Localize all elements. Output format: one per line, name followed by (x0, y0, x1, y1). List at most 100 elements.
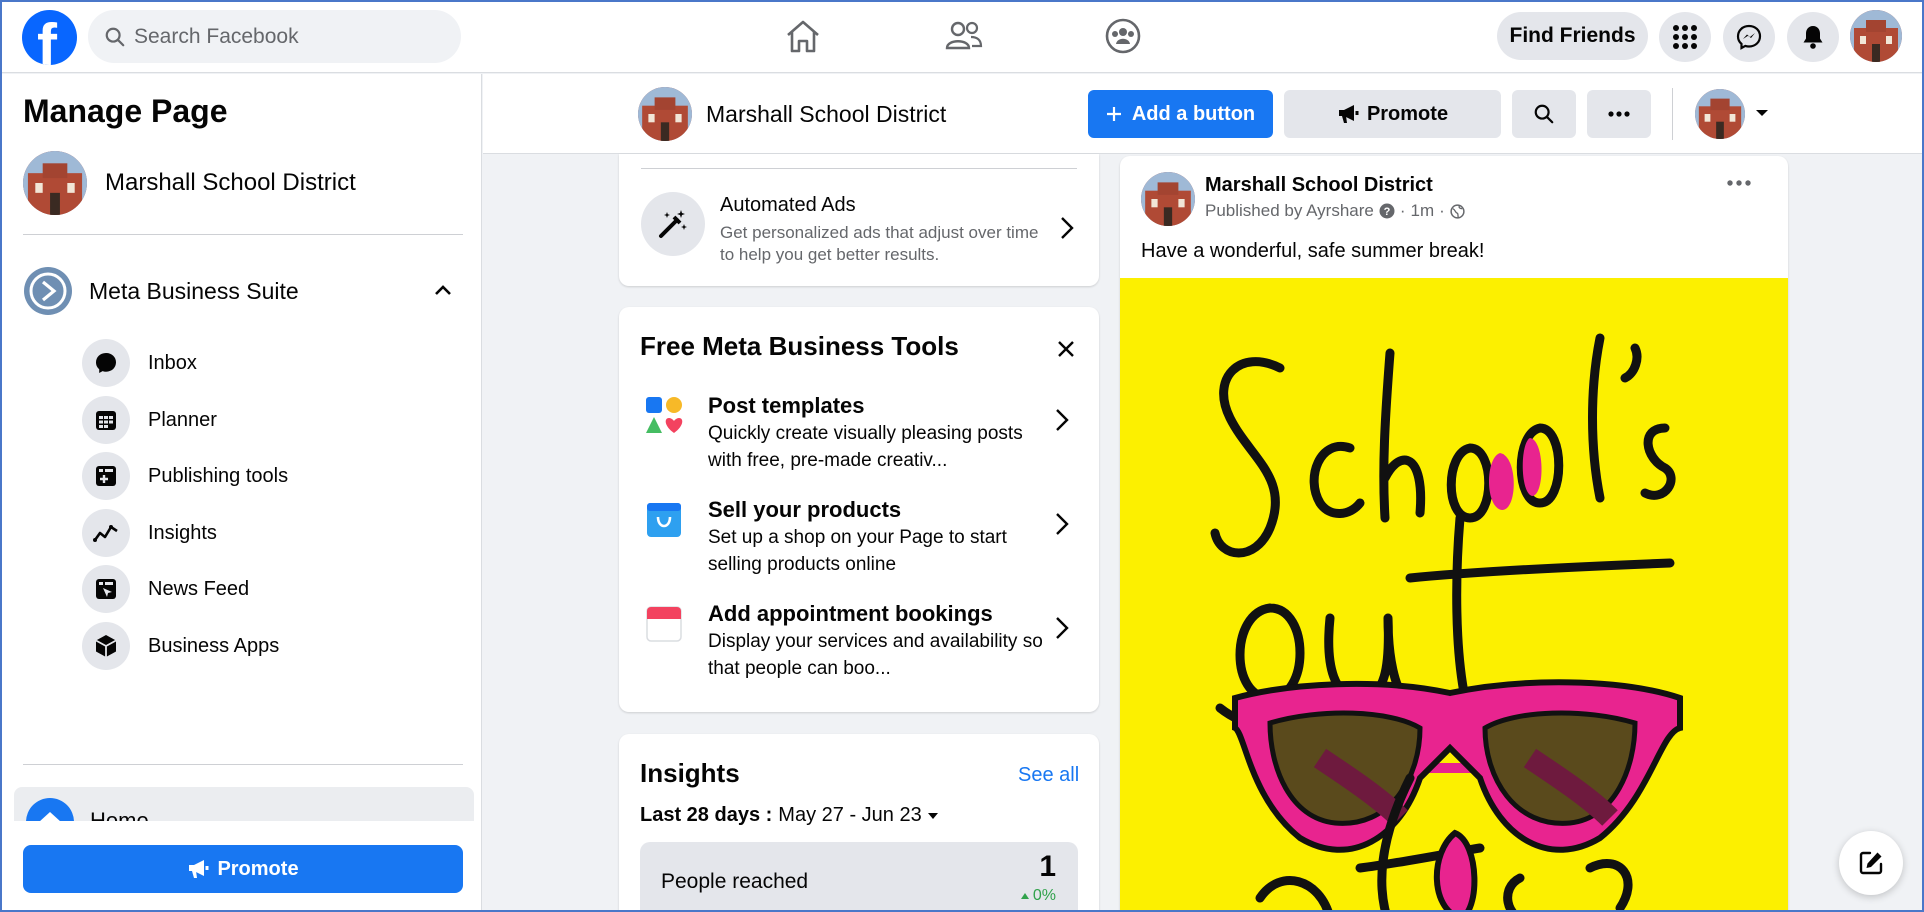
inbox-icon (82, 339, 130, 387)
sidebar-item-inbox[interactable]: Inbox (82, 337, 197, 389)
calendar-icon (646, 606, 682, 642)
date-range-value: May 27 - Jun 23 (778, 804, 922, 826)
post-meta: Published by Ayrshare ? · 1m · (1205, 201, 1465, 221)
meta-business-suite-label: Meta Business Suite (89, 277, 299, 304)
search-input[interactable] (134, 10, 444, 63)
sidebar-item-label: Business Apps (148, 634, 280, 657)
meta-business-suite-icon (24, 267, 72, 315)
sidebar-item-planner[interactable]: Planner (82, 394, 217, 446)
top-navbar: f Find Friends (0, 0, 1924, 73)
find-friends-button[interactable]: Find Friends (1497, 12, 1648, 60)
business-apps-icon (82, 622, 130, 670)
more-dots-icon (1608, 111, 1630, 117)
tool-appointment-bookings[interactable]: Add appointment bookings Display your se… (640, 601, 1080, 697)
meta-separator: · (1439, 201, 1445, 220)
page-header: Marshall School District Add a button Pr… (483, 74, 1924, 154)
automated-ads-description: Get personalized ads that adjust over ti… (720, 223, 1039, 264)
help-icon[interactable]: ? (1379, 203, 1395, 219)
facebook-logo-icon[interactable]: f (22, 10, 77, 65)
date-range-selector[interactable]: Last 28 days : May 27 - Jun 23 (640, 804, 939, 827)
sidebar-item-insights[interactable]: Insights (82, 507, 217, 559)
account-avatar[interactable] (1850, 10, 1902, 62)
search-box[interactable] (88, 10, 461, 63)
tool-sell-your-products[interactable]: Sell your products Set up a shop on your… (640, 497, 1080, 593)
sidebar-item-label: Publishing tools (148, 464, 289, 487)
sidebar-item-label: Planner (148, 408, 217, 431)
meta-business-suite-toggle[interactable]: Meta Business Suite (23, 266, 453, 316)
magic-wand-icon (641, 192, 705, 256)
people-reached-metric[interactable]: People reached 1 0% (640, 842, 1078, 912)
friends-icon[interactable] (934, 14, 994, 58)
metric-value: 1 (1039, 850, 1056, 883)
compose-message-button[interactable] (1839, 831, 1903, 895)
groups-icon[interactable] (1093, 14, 1153, 58)
post-text: Have a wonderful, safe summer break! (1141, 240, 1485, 262)
search-icon (1534, 104, 1554, 124)
chevron-right-icon (1061, 217, 1074, 239)
header-separator (1672, 88, 1673, 140)
sidebar-item-label: Insights (148, 521, 217, 544)
chevron-right-icon (1056, 617, 1069, 639)
shopping-bag-icon (647, 503, 681, 537)
megaphone-icon (1338, 105, 1359, 123)
page-header-title[interactable]: Marshall School District (638, 87, 946, 141)
sidebar-item-publishing-tools[interactable]: Publishing tools (82, 450, 288, 502)
add-a-button-button[interactable]: Add a button (1088, 90, 1273, 138)
sidebar-item-label: Inbox (148, 351, 197, 374)
sidebar-item-home[interactable]: Home (14, 787, 474, 821)
tool-description: Set up a shop on your Page to start sell… (708, 527, 1007, 575)
date-range-label: Last 28 days : (640, 804, 773, 826)
insights-card: Insights See all Last 28 days : May 27 -… (619, 734, 1099, 912)
promote-label: Promote (1366, 102, 1449, 125)
business-tools-title: Free Meta Business Tools (640, 331, 959, 361)
post-time[interactable]: 1m (1411, 201, 1435, 221)
automated-ads-title: Automated Ads (720, 194, 856, 216)
page-avatar (638, 87, 692, 141)
home-icon (26, 798, 74, 821)
automated-ads-card[interactable]: Automated Ads Get personalized ads that … (619, 154, 1099, 286)
plus-icon (1106, 107, 1121, 121)
insights-title: Insights (640, 758, 740, 788)
page-header-name: Marshall School District (706, 100, 947, 127)
caret-down-icon[interactable] (1755, 108, 1769, 118)
post-author-name[interactable]: Marshall School District (1205, 174, 1433, 197)
more-options-button[interactable] (1587, 90, 1651, 138)
promote-button[interactable]: Promote (1284, 90, 1501, 138)
home-icon[interactable] (773, 14, 833, 58)
chevron-right-icon (1056, 513, 1069, 535)
page-search-button[interactable] (1512, 90, 1576, 138)
post-author-avatar[interactable] (1141, 172, 1195, 226)
sidebar-page-row[interactable]: Marshall School District (23, 151, 356, 215)
post-more-dots-icon[interactable] (1727, 180, 1751, 186)
metric-change: 0% (1020, 887, 1056, 905)
tool-post-templates[interactable]: Post templates Quickly create visually p… (640, 393, 1080, 489)
caret-down-icon (927, 812, 938, 819)
globe-icon (1450, 203, 1465, 219)
sidebar-item-news-feed[interactable]: News Feed (82, 563, 249, 615)
menu-grid-icon[interactable] (1659, 12, 1711, 62)
post-image[interactable] (1120, 278, 1788, 912)
chevron-right-icon (1056, 409, 1069, 431)
sidebar-title: Manage Page (23, 93, 228, 129)
sidebar-item-label: Home (90, 808, 149, 821)
close-icon[interactable] (1056, 339, 1076, 359)
switch-profile-avatar[interactable] (1695, 89, 1745, 139)
meta-separator: · (1399, 201, 1406, 220)
triangle-up-icon (1020, 893, 1029, 899)
publishing-tools-icon (82, 452, 130, 500)
schools-out-illustration (1210, 333, 1683, 912)
tool-title: Add appointment bookings (708, 601, 993, 626)
sidebar-item-business-apps[interactable]: Business Apps (82, 620, 279, 672)
notifications-icon[interactable] (1787, 12, 1839, 62)
search-icon (105, 27, 125, 47)
sidebar-divider (23, 764, 463, 765)
sidebar-promote-button[interactable]: Promote (23, 845, 463, 893)
see-all-link[interactable]: See all (1018, 764, 1079, 787)
post-card: Marshall School District Published by Ay… (1120, 156, 1788, 912)
chevron-up-icon[interactable] (433, 280, 453, 300)
messenger-icon[interactable] (1723, 12, 1775, 62)
insights-icon (82, 509, 130, 557)
page-avatar (23, 151, 87, 215)
tool-title: Sell your products (708, 497, 902, 522)
metric-label: People reached (661, 870, 809, 893)
